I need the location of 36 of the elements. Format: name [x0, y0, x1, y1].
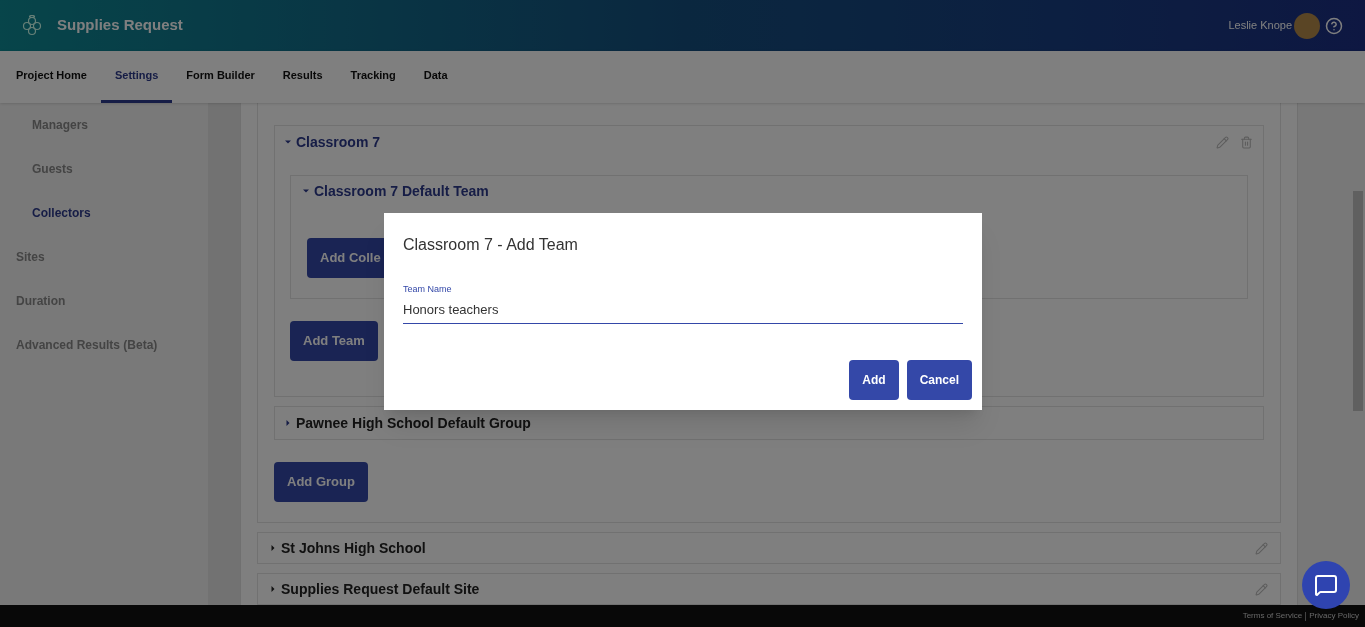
site-name: St Johns High School: [281, 538, 426, 558]
help-icon[interactable]: [1325, 16, 1343, 35]
nav-tab[interactable]: Data: [409, 51, 462, 103]
chat-icon: [1314, 573, 1338, 597]
trash-icon[interactable]: [1240, 135, 1253, 149]
caret-down-icon: [285, 139, 291, 145]
edit-icon[interactable]: [1255, 541, 1268, 555]
site-name: Supplies Request Default Site: [281, 579, 480, 599]
edit-icon[interactable]: [1255, 582, 1268, 596]
user-name: Leslie Knope: [1228, 18, 1292, 34]
footer-link[interactable]: Privacy Policy: [1309, 610, 1359, 622]
site-row[interactable]: Supplies Request Default Site: [257, 573, 1281, 605]
team-name[interactable]: Classroom 7 Default Team: [314, 180, 489, 202]
footer-link[interactable]: Terms of Service: [1242, 610, 1303, 622]
dialog-button[interactable]: Cancel: [906, 359, 972, 400]
field-label: Team Name: [403, 283, 453, 296]
team-name-field[interactable]: Honors teachers: [403, 299, 963, 319]
nav-tab[interactable]: Form Builder: [172, 51, 269, 103]
caret-right-icon: [270, 586, 276, 592]
nav-tab[interactable]: Results: [268, 51, 337, 103]
nav-tab[interactable]: Tracking: [336, 51, 410, 103]
flower-logo-icon: [22, 14, 42, 37]
nav-tab[interactable]: Project Home: [2, 51, 101, 103]
group-name[interactable]: Pawnee High School Default Group: [296, 412, 531, 434]
edit-icon[interactable]: [1216, 135, 1229, 149]
user-avatar[interactable]: [1294, 12, 1320, 39]
caret-right-icon: [285, 420, 291, 426]
caret-right-icon: [270, 545, 276, 551]
action-button[interactable]: Add Team: [290, 321, 378, 361]
action-button[interactable]: Add Group: [274, 462, 368, 502]
app-title: Supplies Request: [57, 15, 183, 36]
sidebar-subitem[interactable]: Collectors: [0, 191, 208, 235]
caret-down-icon: [303, 188, 309, 194]
group-name[interactable]: Classroom 7: [296, 131, 381, 153]
dialog-button[interactable]: Add: [849, 359, 899, 400]
site-row[interactable]: St Johns High School: [257, 532, 1281, 564]
